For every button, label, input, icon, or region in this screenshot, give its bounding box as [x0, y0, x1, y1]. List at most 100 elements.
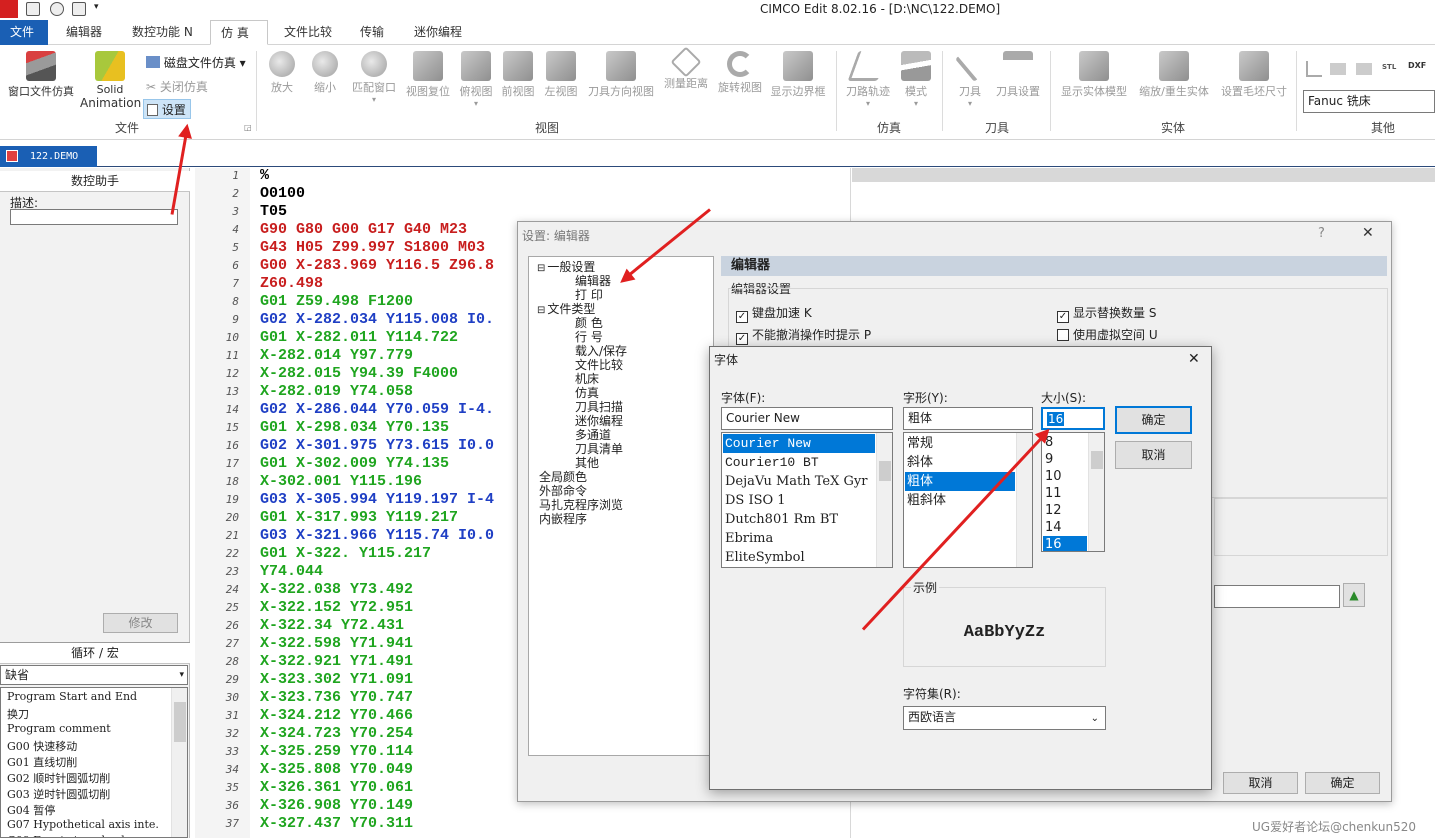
- font-cancel-button[interactable]: 取消: [1115, 441, 1192, 469]
- list-item[interactable]: 10: [1043, 468, 1087, 485]
- list-item[interactable]: DS ISO 1: [723, 491, 875, 510]
- rotate-view-button[interactable]: 旋转视图: [714, 51, 766, 95]
- cycle-item[interactable]: G09 Exact stop check: [7, 834, 128, 837]
- code-line[interactable]: G90 G80 G00 G17 G40 M23: [260, 221, 467, 238]
- cycle-item[interactable]: Program Start and End: [7, 690, 137, 703]
- code-line[interactable]: X-325.808 Y70.049: [260, 761, 413, 778]
- cycle-item[interactable]: G07 Hypothetical axis inte.: [7, 818, 159, 831]
- list-item[interactable]: 斜体: [905, 453, 1015, 472]
- tool-settings-button[interactable]: 刀具设置: [992, 51, 1044, 99]
- list-item[interactable]: 常规: [905, 434, 1015, 453]
- cycle-item[interactable]: Program comment: [7, 722, 111, 735]
- left-view-button[interactable]: 左视图: [540, 51, 582, 99]
- tree-item[interactable]: 内嵌程序: [537, 510, 587, 527]
- close-sim-button[interactable]: ✂ 关闭仿真: [146, 78, 208, 95]
- code-line[interactable]: X-324.212 Y70.466: [260, 707, 413, 724]
- code-line[interactable]: X-326.908 Y70.149: [260, 797, 413, 814]
- print-icon[interactable]: [72, 2, 86, 16]
- code-line[interactable]: X-302.001 Y115.196: [260, 473, 422, 490]
- tab-editor[interactable]: 编辑器: [56, 20, 112, 45]
- list-item[interactable]: Ebrima: [723, 529, 875, 548]
- list-item[interactable]: DejaVu Math TeX Gyr: [723, 472, 875, 491]
- scrollbar-thumb[interactable]: [879, 461, 891, 481]
- font-ok-button[interactable]: 确定: [1115, 406, 1192, 434]
- toolpath-button[interactable]: 刀路轨迹 ▾: [840, 51, 896, 108]
- view-reset-button[interactable]: 视图复位: [402, 51, 454, 99]
- font-name-input[interactable]: Courier New: [721, 407, 893, 430]
- tool-direction-view-button[interactable]: 刀具方向视图: [584, 51, 658, 99]
- modify-button[interactable]: 修改: [103, 613, 178, 633]
- code-line[interactable]: G03 X-305.994 Y119.197 I-4: [260, 491, 494, 508]
- export2-icon[interactable]: [1356, 63, 1372, 75]
- tab-nc-functions[interactable]: 数控功能 N: [122, 20, 203, 45]
- machine-select[interactable]: Fanuc 铣床: [1303, 90, 1435, 113]
- tab-file-compare[interactable]: 文件比较: [274, 20, 342, 45]
- code-line[interactable]: X-322.152 Y72.951: [260, 599, 413, 616]
- undo-prompt-checkbox[interactable]: ✓ 不能撤消操作时提示 P: [736, 326, 871, 345]
- code-line[interactable]: G01 X-298.034 Y70.135: [260, 419, 449, 436]
- front-view-button[interactable]: 前视图: [498, 51, 538, 99]
- font-size-input[interactable]: 16: [1041, 407, 1105, 430]
- code-line[interactable]: G00 X-283.969 Y116.5 Z96.8: [260, 257, 494, 274]
- font-list-scrollbar[interactable]: [876, 433, 892, 567]
- help-button[interactable]: ?: [1318, 226, 1325, 241]
- list-item[interactable]: Dutch801 Rm BT: [723, 510, 875, 529]
- code-line[interactable]: X-323.736 Y70.747: [260, 689, 413, 706]
- cycle-list[interactable]: Program Start and End 换刀 Program comment G0…: [0, 687, 188, 838]
- scale-regenerate-button[interactable]: 缩放/重生实体: [1134, 51, 1214, 99]
- code-line[interactable]: G02 X-286.044 Y70.059 I-4.: [260, 401, 494, 418]
- font-style-list[interactable]: 常规 斜体 粗体 粗斜体: [903, 432, 1033, 568]
- list-item[interactable]: 14: [1043, 519, 1087, 536]
- code-line[interactable]: G01 X-302.009 Y74.135: [260, 455, 449, 472]
- code-line[interactable]: G01 X-322. Y115.217: [260, 545, 431, 562]
- list-item[interactable]: EliteSymbol: [723, 548, 875, 567]
- tree-expand-icon[interactable]: ⊟: [537, 263, 545, 274]
- fit-window-button[interactable]: 匹配窗口 ▾: [348, 51, 400, 104]
- close-icon[interactable]: ✕: [1188, 351, 1200, 367]
- code-line[interactable]: Z60.498: [260, 275, 323, 292]
- quick-access-dropdown-icon[interactable]: ▾: [94, 2, 99, 12]
- charset-select[interactable]: 西欧语言 ⌄: [903, 706, 1106, 730]
- code-line[interactable]: X-282.015 Y94.39 F4000: [260, 365, 458, 382]
- font-list[interactable]: Courier New Courier10 BT DejaVu Math TeX G…: [721, 432, 893, 568]
- arrow-tool-icon[interactable]: [1306, 61, 1322, 77]
- code-line[interactable]: X-324.723 Y70.254: [260, 725, 413, 742]
- cycle-item[interactable]: G00 快速移动: [7, 738, 77, 754]
- settings-tree[interactable]: ⊟ 一般设置 编辑器打 印 ⊟ 文件类型颜 色行 号载入/保存 文件比较 机床 仿真 刀具扫描迷…: [528, 256, 714, 756]
- export-icon[interactable]: [1330, 63, 1346, 75]
- dxf-icon[interactable]: DXF: [1408, 61, 1426, 70]
- code-line[interactable]: X-327.437 Y70.311: [260, 815, 413, 832]
- cycle-select[interactable]: 缺省 ▾: [0, 665, 188, 685]
- code-line[interactable]: G43 H05 Z99.997 S1800 M03: [260, 239, 485, 256]
- code-line[interactable]: X-322.598 Y71.941: [260, 635, 413, 652]
- tab-mini-programming[interactable]: 迷你编程: [404, 20, 472, 45]
- close-icon[interactable]: ✕: [1362, 225, 1374, 241]
- code-line[interactable]: %: [260, 167, 269, 184]
- cycle-item[interactable]: G01 直线切削: [7, 754, 77, 770]
- undo-icon[interactable]: [50, 2, 64, 16]
- size-list-scrollbar[interactable]: [1088, 433, 1104, 551]
- settings-button[interactable]: 设置: [143, 99, 191, 119]
- mode-dropdown-icon[interactable]: ▾: [896, 99, 936, 108]
- scrollbar-thumb[interactable]: [1091, 451, 1103, 469]
- code-line[interactable]: X-282.019 Y74.058: [260, 383, 413, 400]
- window-file-sim-button[interactable]: 窗口文件仿真: [2, 51, 80, 99]
- disk-file-sim-button[interactable]: 磁盘文件仿真 ▾: [146, 54, 246, 71]
- code-line[interactable]: G01 Z59.498 F1200: [260, 293, 413, 310]
- code-line[interactable]: G01 X-317.993 Y119.217: [260, 509, 458, 526]
- toolpath-dropdown-icon[interactable]: ▾: [840, 99, 896, 108]
- list-item[interactable]: 9: [1043, 451, 1087, 468]
- code-line[interactable]: Y74.044: [260, 563, 323, 580]
- font-picker-button[interactable]: ▲: [1343, 583, 1365, 607]
- show-replace-count-checkbox[interactable]: ✓ 显示替换数量 S: [1057, 304, 1156, 323]
- group-launcher-icon[interactable]: ◲: [244, 123, 252, 132]
- keyboard-accel-checkbox[interactable]: ✓ 键盘加速 K: [736, 304, 812, 323]
- cycle-item[interactable]: G02 顺时针圆弧切削: [7, 770, 110, 786]
- measure-distance-button[interactable]: 测量距离: [660, 46, 712, 91]
- tree-expand-icon[interactable]: ⊟: [537, 305, 545, 316]
- font-size-list[interactable]: 8 9 10 11 12 14 16: [1041, 432, 1105, 552]
- save-icon[interactable]: [26, 2, 40, 16]
- list-item[interactable]: 粗斜体: [905, 491, 1015, 510]
- code-line[interactable]: G02 X-301.975 Y73.615 I0.0: [260, 437, 494, 454]
- top-view-dropdown-icon[interactable]: ▾: [456, 99, 496, 108]
